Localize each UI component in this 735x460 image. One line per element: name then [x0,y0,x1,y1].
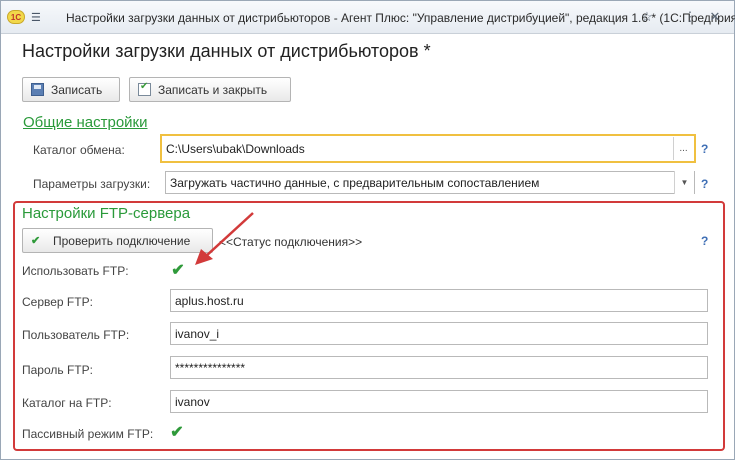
password-value: *************** [175,360,246,375]
passive-mode-checkbox[interactable]: ✔ [169,424,185,441]
user-value: ivanov_i [175,326,220,341]
server-label: Сервер FTP: [22,295,93,309]
page-title: Настройки загрузки данных от дистрибьюто… [22,41,431,61]
password-label: Пароль FTP: [22,363,93,377]
load-params-select[interactable]: Загружать частично данные, с предварител… [165,171,695,194]
help-icon[interactable]: ? [701,177,708,191]
red-arrow-annotation [195,212,254,265]
help-icon[interactable]: ? [701,142,708,156]
server-value: aplus.host.ru [175,293,244,308]
user-field[interactable]: ivanov_i [170,322,708,345]
password-field[interactable]: *************** [170,356,708,379]
close-icon[interactable]: ✕ [707,9,723,25]
more-icon[interactable]: ⋮ [682,9,698,25]
check-connection-label: Проверить подключение [53,233,191,248]
save-and-close-button[interactable]: Записать и закрыть [129,77,291,102]
exchange-dir-label: Каталог обмена: [33,143,125,157]
ftp-dir-field[interactable]: ivanov [170,390,708,413]
ftp-dir-value: ivanov [175,394,210,409]
window-title: Настройки загрузки данных от дистрибьюто… [66,11,735,25]
app-window: 1С ☰ Настройки загрузки данных от дистри… [0,0,735,460]
general-settings-title[interactable]: Общие настройки [23,114,148,131]
star-icon[interactable]: ☆ [639,9,655,25]
exchange-dir-field[interactable]: C:\Users\ubak\Downloads [160,134,696,163]
use-ftp-label: Использовать FTP: [22,264,129,278]
ftp-settings-title: Настройки FTP-сервера [22,205,191,222]
save-button-label: Записать [51,82,103,97]
exchange-dir-value: C:\Users\ubak\Downloads [166,141,305,156]
chevron-down-icon[interactable]: ▼ [674,171,694,194]
title-bar: 1С ☰ Настройки загрузки данных от дистри… [1,1,735,34]
floppy-icon [31,83,44,96]
save-and-close-label: Записать и закрыть [158,82,268,97]
passive-mode-label: Пассивный режим FTP: [22,427,154,441]
use-ftp-checkbox[interactable]: ✔ [170,262,186,279]
help-icon[interactable]: ? [701,234,708,248]
save-button[interactable]: Записать [22,77,120,102]
check-connection-button[interactable]: ✔ Проверить подключение [22,228,213,253]
check-icon: ✔ [31,235,41,247]
user-label: Пользователь FTP: [22,328,130,342]
document-check-icon [138,81,151,96]
app-logo: 1С [7,10,25,24]
menu-icon[interactable]: ☰ [31,11,41,24]
browse-button[interactable]: ... [673,137,693,160]
ftp-dir-label: Каталог на FTP: [22,396,112,410]
load-params-value: Загружать частично данные, с предварител… [170,175,540,190]
load-params-label: Параметры загрузки: [33,177,151,191]
server-field[interactable]: aplus.host.ru [170,289,708,312]
